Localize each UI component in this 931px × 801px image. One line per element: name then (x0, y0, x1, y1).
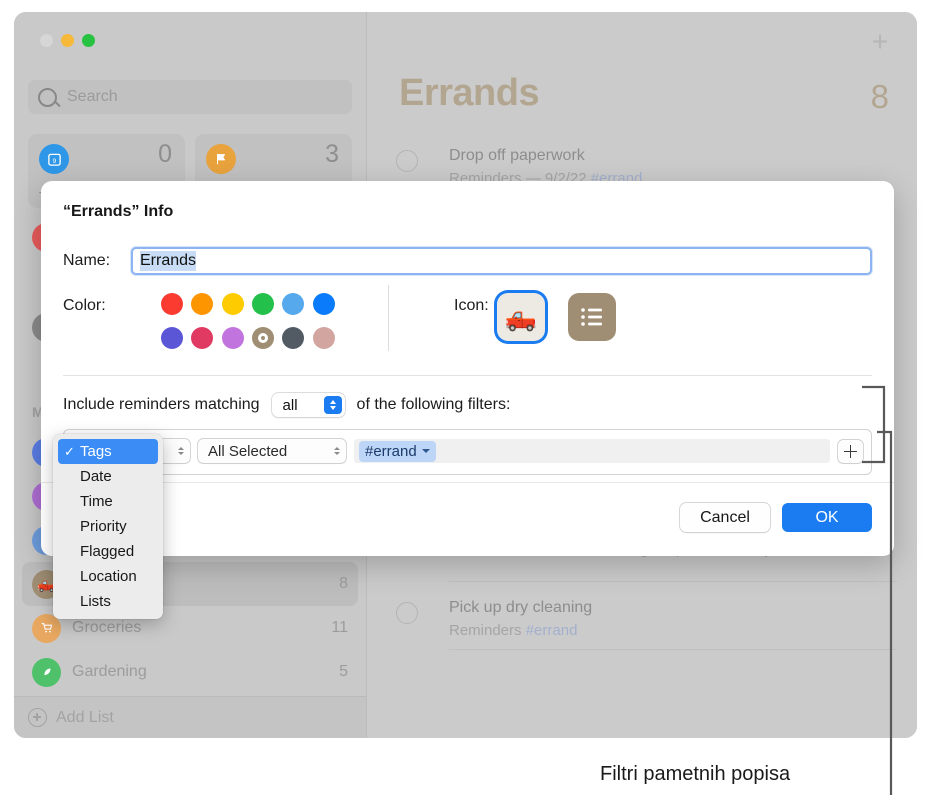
complete-circle-icon[interactable] (396, 602, 418, 624)
sidebar-item-groceries-label: Groceries (72, 619, 331, 637)
menu-item-tags[interactable]: ✓ Tags (58, 439, 158, 464)
color-swatch-yellow[interactable] (222, 293, 244, 315)
menu-item-lists[interactable]: Lists (58, 589, 158, 614)
color-swatch-purple[interactable] (161, 327, 183, 349)
sidebar-item-errands-count: 8 (339, 575, 348, 593)
tag-token-label: #errand (365, 443, 417, 460)
color-swatch-green[interactable] (252, 293, 274, 315)
traffic-lights (40, 34, 95, 47)
sidebar-item-gardening[interactable]: Gardening 5 (22, 650, 358, 694)
name-row: Name: Errands (63, 246, 872, 276)
menu-item-priority[interactable]: Priority (58, 514, 158, 539)
bullet-list-icon[interactable] (568, 293, 616, 341)
match-type-value: all (283, 397, 298, 414)
match-prefix-label: Include reminders matching (63, 396, 260, 414)
filter-row: Tags All Selected #errand (72, 438, 863, 464)
sidebar-item-gardening-count: 5 (339, 663, 348, 681)
pickup-truck-glyph: 🛻 (505, 302, 537, 333)
color-swatch-graphite[interactable] (282, 327, 304, 349)
menu-item-flagged-label: Flagged (80, 543, 134, 560)
reminder-title: Drop off paperwork (449, 147, 585, 165)
filters-container: Tags All Selected #errand (63, 429, 872, 475)
sheet-footer-divider (41, 482, 894, 483)
match-type-select[interactable]: all (272, 393, 345, 417)
complete-circle-icon[interactable] (396, 150, 418, 172)
sidebar-item-gardening-label: Gardening (72, 663, 339, 681)
cancel-button[interactable]: Cancel (680, 503, 770, 532)
filter-scope-select[interactable]: All Selected (198, 439, 346, 463)
match-row: Include reminders matching all of the fo… (63, 393, 510, 417)
add-list-button[interactable]: Add List (14, 696, 366, 738)
minimize-window-button[interactable] (61, 34, 74, 47)
sheet-vertical-divider (388, 285, 389, 351)
flag-icon (206, 144, 236, 174)
menu-item-lists-label: Lists (80, 593, 111, 610)
search-placeholder: Search (67, 88, 118, 106)
menu-item-time[interactable]: Time (58, 489, 158, 514)
add-filter-button[interactable] (838, 440, 863, 463)
name-input[interactable]: Errands (131, 247, 872, 275)
checkmark-icon: ✓ (64, 444, 80, 460)
dialog-title: “Errands” Info (63, 203, 173, 221)
color-swatch-pink[interactable] (191, 327, 213, 349)
search-icon (38, 88, 57, 107)
color-swatch-blue[interactable] (313, 293, 335, 315)
menu-item-flagged[interactable]: Flagged (58, 539, 158, 564)
ok-button[interactable]: OK (782, 503, 872, 532)
zoom-window-button[interactable] (82, 34, 95, 47)
tile-flagged-count: 3 (325, 140, 339, 169)
leaf-icon (32, 658, 61, 687)
color-swatch-grid (161, 293, 343, 349)
color-swatch-red[interactable] (161, 293, 183, 315)
plus-circle-icon (28, 708, 47, 727)
reminder-tag: #errand (526, 622, 578, 639)
callout-caption: Filtri pametnih popisa (600, 763, 790, 786)
filter-scope-value: All Selected (208, 443, 287, 460)
svg-text:9: 9 (52, 157, 56, 164)
row-divider (449, 649, 897, 650)
chevron-updown-icon (178, 447, 184, 455)
filter-type-menu: ✓ Tags Date Time Priority Flagged Locati… (53, 434, 163, 619)
color-swatch-brown[interactable] (252, 327, 274, 349)
color-swatch-violet[interactable] (222, 327, 244, 349)
chevron-updown-icon (324, 396, 342, 414)
menu-item-time-label: Time (80, 493, 113, 510)
errands-info-dialog: “Errands” Info Name: Errands Color: Icon… (41, 181, 894, 556)
dialog-buttons: Cancel OK (680, 503, 872, 532)
reminder-row[interactable]: Pick up dry cleaning Reminders #errand (396, 594, 897, 650)
color-label: Color: (63, 297, 106, 315)
reminder-title: Pick up dry cleaning (449, 599, 592, 617)
name-input-value: Errands (140, 251, 196, 271)
search-input[interactable]: Search (28, 80, 352, 114)
reminder-source: Reminders (449, 622, 522, 639)
menu-item-priority-label: Priority (80, 518, 127, 535)
add-list-label: Add List (56, 709, 114, 727)
page-title: Errands (399, 72, 539, 115)
color-swatch-orange[interactable] (191, 293, 213, 315)
reminder-subtitle: Reminders #errand (449, 622, 577, 639)
name-label: Name: (63, 252, 131, 270)
sheet-divider (63, 375, 872, 376)
color-swatch-light-blue[interactable] (282, 293, 304, 315)
row-divider (449, 581, 897, 582)
menu-item-tags-label: Tags (80, 443, 112, 460)
tag-token[interactable]: #errand (359, 441, 436, 462)
tag-token-field[interactable]: #errand (354, 439, 830, 463)
tile-today-count: 0 (158, 140, 172, 169)
color-swatch-dusty-rose[interactable] (313, 327, 335, 349)
close-window-button[interactable] (40, 34, 53, 47)
chevron-updown-icon (334, 447, 340, 455)
menu-item-location[interactable]: Location (58, 564, 158, 589)
pickup-truck-icon[interactable]: 🛻 (497, 293, 545, 341)
menu-item-location-label: Location (80, 568, 137, 585)
plus-icon[interactable]: + (869, 32, 891, 54)
menu-item-date-label: Date (80, 468, 112, 485)
chevron-down-icon (422, 449, 430, 453)
calendar-icon: 9 (39, 144, 69, 174)
match-suffix-label: of the following filters: (357, 396, 511, 414)
sidebar-item-groceries-count: 11 (331, 619, 348, 637)
icon-label: Icon: (454, 297, 489, 315)
menu-item-date[interactable]: Date (58, 464, 158, 489)
page-count: 8 (871, 78, 889, 116)
